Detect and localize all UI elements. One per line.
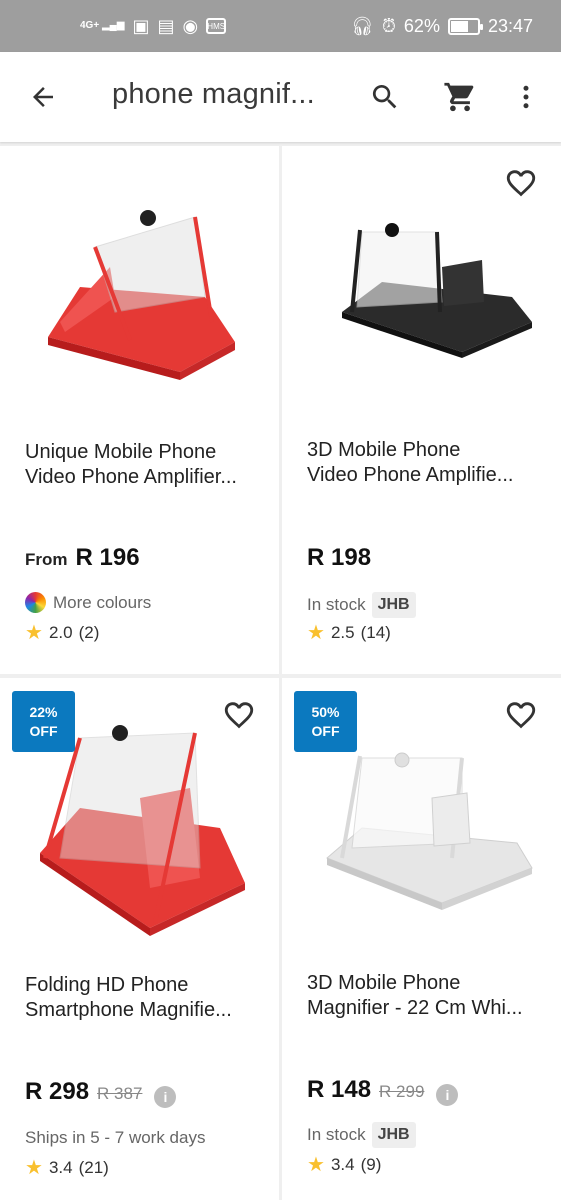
review-count: (9) [360, 1155, 382, 1174]
rating-value: 3.4 [330, 1155, 355, 1174]
headphones-icon: 🎧︎ [351, 15, 374, 36]
rating-value: 2.5 [330, 623, 355, 642]
product-image [342, 223, 532, 358]
product-card[interactable]: 3D Mobile Phone Video Phone Amplifie... … [282, 146, 561, 674]
messenger-icon: ◉ [182, 15, 199, 36]
product-title-line: 3D Mobile Phone [307, 972, 461, 994]
review-count: (14) [360, 623, 391, 642]
review-count: (2) [78, 623, 100, 642]
discount-badge: 22% OFF [12, 691, 75, 752]
more-vert-icon [523, 85, 529, 109]
stock-row: Ships in 5 - 7 work days [25, 1128, 205, 1148]
product-card[interactable]: 50% OFF 3D Mobile Phone Magnifier - 22 C… [282, 678, 561, 1200]
rating: ★ 3.4 (21) [25, 1158, 109, 1178]
price: R 298 [25, 1078, 90, 1105]
cart-icon [444, 82, 474, 112]
network-signal-icon: 4G+ ▂▄▆ [80, 20, 125, 31]
star-icon: ★ [25, 1157, 43, 1179]
product-title[interactable]: Folding HD Phone Smartphone Magnifie... [25, 973, 261, 1023]
star-icon: ★ [307, 1154, 325, 1176]
colour-wheel-icon [25, 592, 46, 613]
availability-text: In stock [307, 1125, 366, 1144]
price-row: From R 196 [25, 544, 140, 572]
product-title-line: Smartphone Magnifie... [25, 999, 232, 1021]
battery-percent: 62% [403, 15, 440, 36]
product-title-line: Magnifier - 22 Cm Whi... [307, 997, 523, 1019]
product-title[interactable]: 3D Mobile Phone Magnifier - 22 Cm Whi... [307, 971, 543, 1021]
battery-icon [447, 17, 483, 35]
old-price: R 387 [97, 1084, 143, 1103]
status-left-icons: 4G+ ▂▄▆ ▣ ▤ ◉ HMS [80, 15, 227, 37]
product-card[interactable]: 22% OFF Folding HD Phone Smartphone Magn… [0, 678, 279, 1200]
search-query-title[interactable]: phone magnif... [112, 78, 342, 111]
price: R 196 [75, 544, 140, 571]
product-card[interactable]: Unique Mobile Phone Video Phone Amplifie… [0, 146, 279, 674]
price-row: R 148 R 299 i [307, 1076, 459, 1106]
network-type: 4G+ [80, 20, 100, 31]
price-prefix: From [25, 550, 68, 569]
price-row: R 198 [307, 544, 371, 572]
product-title[interactable]: 3D Mobile Phone Video Phone Amplifie... [307, 438, 543, 488]
cart-button[interactable] [437, 74, 483, 120]
price: R 198 [307, 544, 372, 571]
wishlist-heart-icon[interactable] [221, 698, 257, 732]
product-image [48, 210, 235, 380]
stock-row: In stock JHB [307, 592, 416, 618]
availability-text: In stock [307, 595, 366, 614]
more-options-button[interactable] [503, 74, 549, 120]
discount-off: OFF [311, 722, 340, 739]
clock: 23:47 [487, 15, 533, 36]
availability-text: Ships in 5 - 7 work days [25, 1128, 206, 1147]
radio-icon: ▤ [157, 15, 175, 36]
product-title-line: 3D Mobile Phone [307, 439, 461, 461]
more-colours[interactable]: More colours [25, 592, 151, 613]
rating: ★ 3.4 (9) [307, 1155, 381, 1175]
alarm-icon: ⏰︎ [381, 15, 396, 36]
info-icon[interactable]: i [154, 1086, 177, 1108]
discount-off: OFF [29, 722, 58, 739]
rating: ★ 2.0 (2) [25, 623, 99, 643]
battery-fill [450, 20, 469, 32]
price: R 148 [307, 1076, 372, 1103]
product-title-line: Folding HD Phone [25, 974, 189, 996]
wishlist-heart-icon[interactable] [503, 698, 539, 732]
rating: ★ 2.5 (14) [307, 623, 391, 643]
product-title-line: Video Phone Amplifie... [307, 464, 514, 486]
discount-percent: 22% [29, 703, 58, 720]
hms-icon: HMS [206, 18, 227, 34]
status-bar: 4G+ ▂▄▆ ▣ ▤ ◉ HMS 🎧︎ ⏰︎ 62% 23:47 [0, 0, 561, 52]
rating-value: 3.4 [48, 1158, 73, 1177]
price-row: R 298 R 387 i [25, 1078, 177, 1108]
back-arrow-icon [33, 87, 53, 107]
wishlist-heart-icon[interactable] [503, 166, 539, 200]
status-right-icons: 🎧︎ ⏰︎ 62% 23:47 [351, 16, 533, 37]
product-title-line: Video Phone Amplifier... [25, 466, 237, 488]
star-icon: ★ [307, 622, 325, 644]
warehouse-tag: JHB [371, 1122, 416, 1148]
availability-text: More colours [53, 592, 152, 612]
product-title-line: Unique Mobile Phone [25, 441, 217, 463]
warehouse-tag: JHB [371, 592, 416, 618]
product-title[interactable]: Unique Mobile Phone Video Phone Amplifie… [25, 440, 261, 490]
back-button[interactable] [20, 74, 66, 120]
rating-value: 2.0 [48, 623, 73, 642]
discount-percent: 50% [311, 703, 340, 720]
stock-row: In stock JHB [307, 1122, 416, 1148]
discount-badge: 50% OFF [294, 691, 357, 752]
storage-icon: ▣ [132, 15, 150, 36]
star-icon: ★ [25, 622, 43, 644]
info-icon[interactable]: i [436, 1084, 459, 1106]
old-price: R 299 [379, 1082, 425, 1101]
review-count: (21) [78, 1158, 109, 1177]
search-icon [372, 85, 397, 109]
app-bar: phone magnif... [0, 52, 561, 142]
search-button[interactable] [362, 74, 408, 120]
